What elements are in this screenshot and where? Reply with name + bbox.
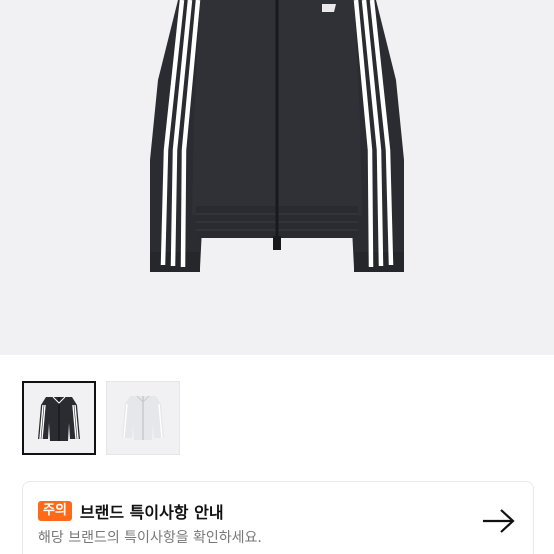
brand-notice-header: 주의 브랜드 특이사항 안내 xyxy=(38,499,224,523)
arrow-right-icon[interactable] xyxy=(481,507,517,535)
product-page: 주의 브랜드 특이사항 안내 해당 브랜드의 특이사항을 확인하세요. xyxy=(0,0,554,554)
jacket-illustration xyxy=(150,0,404,272)
thumbnail-strip xyxy=(22,381,180,457)
thumbnail-white-jacket[interactable] xyxy=(106,381,180,455)
brand-notice-card[interactable]: 주의 브랜드 특이사항 안내 해당 브랜드의 특이사항을 확인하세요. xyxy=(22,481,534,554)
black-jacket-thumbnail-image xyxy=(38,396,80,441)
product-main-image[interactable] xyxy=(0,0,554,355)
brand-notice-description: 해당 브랜드의 특이사항을 확인하세요. xyxy=(38,530,262,546)
thumbnail-black-jacket[interactable] xyxy=(22,381,96,455)
brand-notice-title: 브랜드 특이사항 안내 xyxy=(79,503,224,522)
warning-badge: 주의 xyxy=(38,501,72,521)
white-jacket-thumbnail-image xyxy=(122,395,164,440)
